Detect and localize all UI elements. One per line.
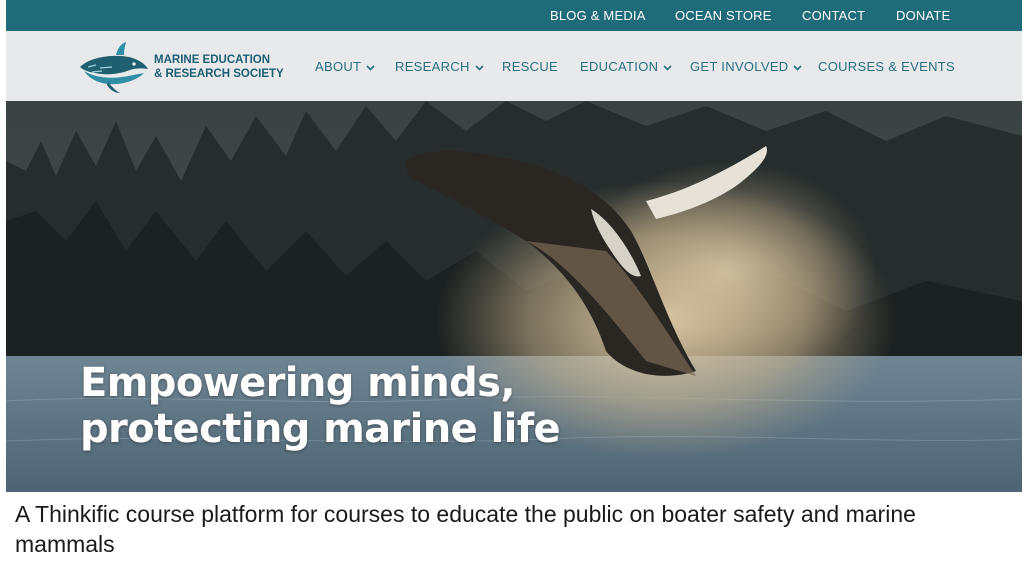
whale-logo-icon	[80, 42, 148, 93]
nav-item-label: EDUCATION	[580, 59, 659, 74]
nav-item-label: COURSES & EVENTS	[818, 59, 955, 74]
hero-headline-line-2: protecting marine life	[80, 406, 561, 452]
chevron-down-icon	[366, 64, 375, 71]
nav-item-research[interactable]: RESEARCH	[395, 59, 484, 74]
chevron-down-icon	[663, 64, 672, 71]
logo-wordmark: MARINE EDUCATION & RESEARCH SOCIETY	[154, 53, 284, 81]
nav-item-rescue[interactable]: RESCUE	[502, 59, 558, 74]
topbar-link-blog-media[interactable]: BLOG & MEDIA	[550, 8, 646, 23]
hero-headline-line-1: Empowering minds,	[80, 360, 516, 406]
nav-item-label: GET INVOLVED	[690, 59, 789, 74]
site-logo[interactable]: MARINE EDUCATION & RESEARCH SOCIETY	[78, 37, 298, 97]
main-navbar: MARINE EDUCATION & RESEARCH SOCIETY ABOU…	[6, 31, 1022, 101]
screenshot-caption: A Thinkific course platform for courses …	[15, 501, 916, 557]
website-screenshot: BLOG & MEDIA OCEAN STORE CONTACT DONATE …	[6, 0, 1022, 492]
topbar-link-contact[interactable]: CONTACT	[802, 8, 865, 23]
top-utility-bar: BLOG & MEDIA OCEAN STORE CONTACT DONATE	[6, 0, 1022, 31]
logo-line-2: & RESEARCH SOCIETY	[154, 68, 284, 80]
topbar-link-ocean-store[interactable]: OCEAN STORE	[675, 8, 772, 23]
topbar-link-donate[interactable]: DONATE	[896, 8, 950, 23]
nav-item-label: RESCUE	[502, 59, 558, 74]
nav-item-label: RESEARCH	[395, 59, 470, 74]
logo-line-1: MARINE EDUCATION	[154, 54, 271, 66]
nav-item-label: ABOUT	[315, 59, 362, 74]
nav-item-get-involved[interactable]: GET INVOLVED	[690, 59, 803, 74]
hero-headline: Empowering minds, protecting marine life	[80, 360, 561, 452]
nav-item-about[interactable]: ABOUT	[315, 59, 375, 74]
chevron-down-icon	[475, 64, 484, 71]
nav-item-courses-events[interactable]: COURSES & EVENTS	[818, 59, 955, 74]
nav-item-education[interactable]: EDUCATION	[580, 59, 672, 74]
hero-banner: Empowering minds, protecting marine life	[6, 101, 1022, 492]
chevron-down-icon	[793, 64, 803, 71]
